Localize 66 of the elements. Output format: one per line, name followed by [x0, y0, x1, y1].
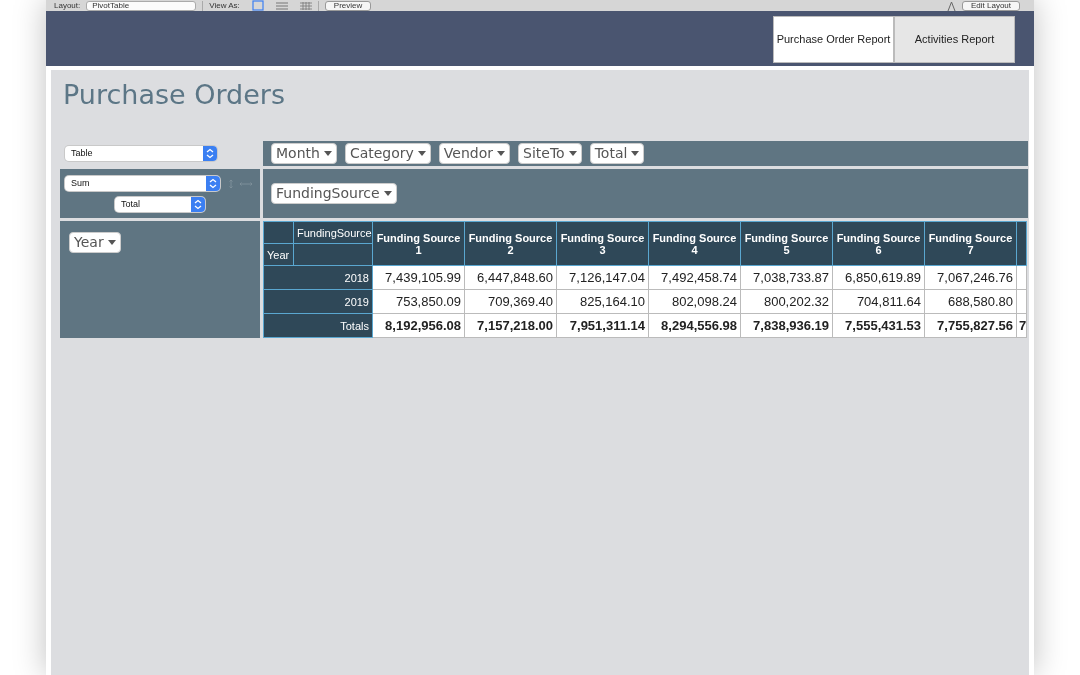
edit-layout-button[interactable]: Edit Layout — [961, 0, 1020, 11]
preview-button[interactable]: Preview — [324, 0, 372, 11]
field-pill[interactable]: Month — [271, 143, 337, 164]
value-cell: 704,811.64 — [832, 289, 925, 314]
view-as-label: View As: — [209, 1, 240, 10]
total-cell: 7,755,827.56 — [924, 313, 1017, 338]
value-select[interactable]: Total — [115, 197, 205, 212]
layout-label: Layout: — [54, 1, 81, 10]
field-pill[interactable]: Category — [344, 143, 431, 164]
report-tab[interactable]: Activities Report — [894, 16, 1015, 63]
layout-select[interactable]: PivotTable — [86, 0, 197, 11]
value-cell: 7,492,458.74 — [648, 265, 741, 290]
total-cell: 7,951,311.14 — [556, 313, 649, 338]
caret-icon — [497, 151, 506, 156]
column-header: Funding Source 3 — [556, 221, 649, 266]
stepper-icon[interactable] — [191, 197, 205, 212]
aggregator-select[interactable]: Sum — [65, 176, 220, 191]
column-header: Funding Source 2 — [464, 221, 557, 266]
column-header: Funding Source 6 — [832, 221, 925, 266]
total-cell: 7 — [1016, 313, 1027, 338]
renderer-select[interactable]: Table — [65, 146, 217, 161]
view-table-icon[interactable] — [299, 0, 312, 11]
column-header: Funding Source 4 — [648, 221, 741, 266]
value-cell: 753,850.09 — [372, 289, 465, 314]
caret-icon — [323, 151, 332, 156]
stepper-icon[interactable] — [203, 146, 217, 161]
value-cell: 7,126,147.04 — [556, 265, 649, 290]
row-label: 2018 — [263, 265, 373, 290]
caret-icon — [568, 151, 577, 156]
column-attribute-label: FundingSource — [293, 221, 373, 244]
column-header: Funding Source 5 — [740, 221, 833, 266]
value-cell: 688,580.80 — [924, 289, 1017, 314]
value-cell: 7,439,105.99 — [372, 265, 465, 290]
column-header: Funding Source 1 — [372, 221, 465, 266]
header-cell — [263, 221, 294, 244]
total-cell: 8,192,956.08 — [372, 313, 465, 338]
font-icon[interactable] — [946, 0, 956, 11]
total-cell: 7,157,218.00 — [464, 313, 557, 338]
page-title: Purchase Orders — [63, 80, 286, 110]
value-cell: 7,067,246.76 — [924, 265, 1017, 290]
total-cell: 8,294,556.98 — [648, 313, 741, 338]
field-pill[interactable]: Total — [589, 143, 645, 164]
field-pill[interactable]: Year — [69, 232, 121, 253]
caret-icon — [107, 240, 116, 245]
row-label: 2019 — [263, 289, 373, 314]
view-form-icon[interactable] — [251, 0, 264, 11]
field-pill[interactable]: FundingSource — [271, 183, 397, 204]
value-cell: 6,447,848.60 — [464, 265, 557, 290]
column-header: Funding Source 7 — [924, 221, 1017, 266]
field-pill[interactable]: Vendor — [438, 143, 511, 164]
caret-icon — [631, 151, 640, 156]
caret-icon — [417, 151, 426, 156]
value-cell: 7,038,733.87 — [740, 265, 833, 290]
value-cell: 802,098.24 — [648, 289, 741, 314]
field-pill[interactable]: SiteTo — [518, 143, 582, 164]
value-cell: 6,850,619.89 — [832, 265, 925, 290]
totals-label: Totals — [263, 313, 373, 338]
value-cell: 825,164.10 — [556, 289, 649, 314]
stepper-icon[interactable] — [206, 176, 220, 191]
value-cell: 709,369.40 — [464, 289, 557, 314]
total-cell: 7,838,936.19 — [740, 313, 833, 338]
caret-icon — [383, 191, 392, 196]
report-tab[interactable]: Purchase Order Report — [773, 16, 894, 63]
value-cell: 800,202.32 — [740, 289, 833, 314]
row-attribute-label: Year — [263, 243, 294, 266]
total-cell: 7,555,431.53 — [832, 313, 925, 338]
